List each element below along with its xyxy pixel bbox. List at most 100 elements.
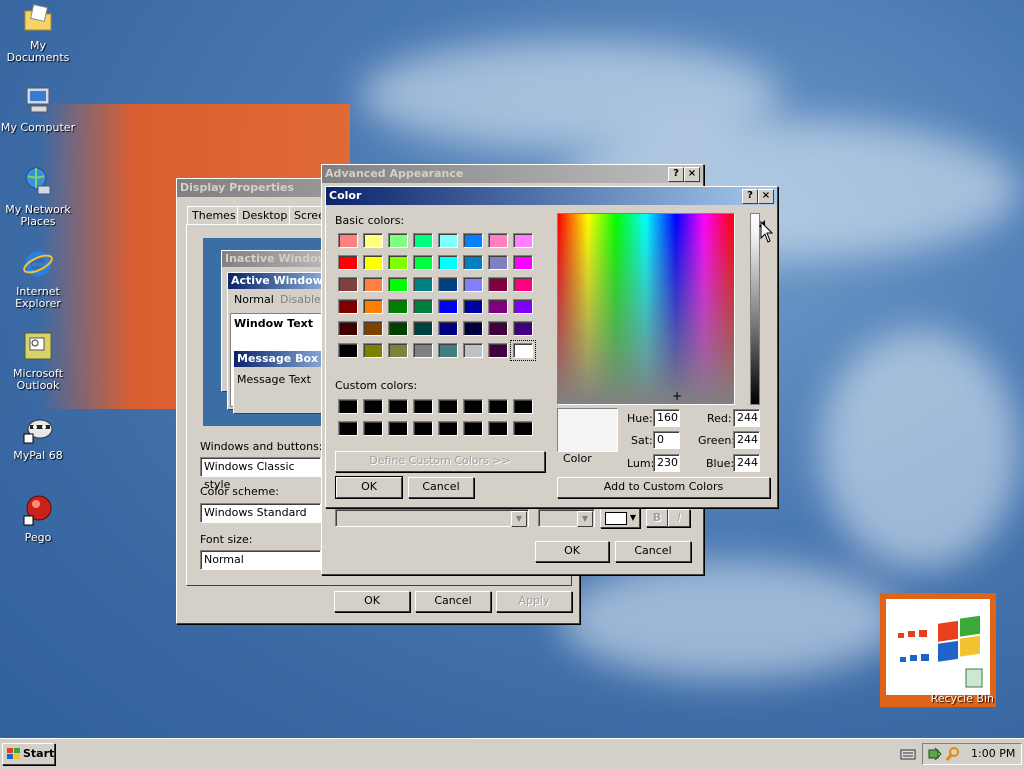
basic-color-swatch[interactable]	[363, 299, 383, 314]
desktop-icon-outlook[interactable]: Microsoft Outlook	[0, 330, 76, 392]
color-dialog-titlebar[interactable]: Color ? ×	[326, 187, 777, 205]
green-input[interactable]: 244	[733, 431, 760, 449]
basic-color-swatch[interactable]	[513, 277, 533, 292]
basic-color-swatch[interactable]	[413, 233, 433, 248]
custom-color-swatch[interactable]	[413, 421, 433, 436]
tab-desktop[interactable]: Desktop	[237, 206, 293, 225]
basic-color-swatch[interactable]	[338, 321, 358, 336]
custom-color-swatch[interactable]	[388, 399, 408, 414]
custom-color-swatch[interactable]	[338, 399, 358, 414]
desktop-icon-my-computer[interactable]: My Computer	[0, 84, 76, 134]
clock[interactable]: 1:00 PM	[971, 747, 1015, 760]
define-custom-colors-button[interactable]: Define Custom Colors >>	[335, 451, 545, 472]
custom-color-swatch[interactable]	[513, 399, 533, 414]
basic-color-swatch[interactable]	[488, 299, 508, 314]
desktop-icon-my-documents[interactable]: My Documents	[0, 2, 76, 64]
basic-color-swatch[interactable]	[363, 255, 383, 270]
help-button[interactable]: ?	[668, 167, 684, 182]
basic-color-swatch[interactable]	[463, 321, 483, 336]
display-ok-button[interactable]: OK	[334, 591, 410, 612]
tab-themes[interactable]: Themes	[187, 206, 241, 225]
blue-input[interactable]: 244	[733, 454, 760, 472]
luminosity-arrow-icon[interactable]	[759, 218, 773, 244]
basic-color-swatch[interactable]	[463, 277, 483, 292]
desktop-icon-mypal[interactable]: MyPal 68	[0, 412, 76, 462]
desktop-icon-internet-explorer[interactable]: Internet Explorer	[0, 248, 76, 310]
basic-color-swatch[interactable]	[413, 277, 433, 292]
custom-color-swatch[interactable]	[488, 421, 508, 436]
custom-color-swatch[interactable]	[488, 399, 508, 414]
basic-color-swatch[interactable]	[363, 277, 383, 292]
basic-color-swatch[interactable]	[488, 255, 508, 270]
desktop-icon-pego[interactable]: Pego	[0, 494, 76, 544]
basic-color-swatch[interactable]	[338, 255, 358, 270]
color-cancel-button[interactable]: Cancel	[408, 477, 474, 498]
basic-color-swatch[interactable]	[388, 299, 408, 314]
hue-input[interactable]: 160	[653, 409, 680, 427]
basic-color-swatch[interactable]	[513, 255, 533, 270]
basic-color-swatch[interactable]	[513, 233, 533, 248]
network-tray-icon[interactable]	[927, 746, 943, 762]
basic-color-swatch[interactable]	[438, 343, 458, 358]
advanced-appearance-titlebar[interactable]: Advanced Appearance ? ×	[322, 165, 703, 183]
basic-color-swatch[interactable]	[363, 343, 383, 358]
basic-color-swatch[interactable]	[338, 299, 358, 314]
display-apply-button[interactable]: Apply	[496, 591, 572, 612]
basic-color-swatch[interactable]	[488, 343, 508, 358]
advanced-ok-button[interactable]: OK	[535, 541, 609, 562]
basic-color-swatch[interactable]	[338, 233, 358, 248]
lum-input[interactable]: 230	[653, 454, 680, 472]
start-button[interactable]: Start	[2, 743, 55, 765]
basic-color-swatch[interactable]	[413, 255, 433, 270]
item-size-select[interactable]: ▼	[335, 509, 529, 527]
basic-color-swatch[interactable]	[413, 321, 433, 336]
color-ok-button[interactable]: OK	[335, 476, 403, 499]
custom-color-swatch[interactable]	[463, 399, 483, 414]
display-cancel-button[interactable]: Cancel	[415, 591, 491, 612]
custom-color-swatch[interactable]	[413, 399, 433, 414]
basic-color-swatch[interactable]	[463, 255, 483, 270]
basic-color-swatch[interactable]	[513, 321, 533, 336]
sat-input[interactable]: 0	[653, 431, 680, 449]
basic-color-swatch[interactable]	[488, 233, 508, 248]
basic-color-swatch[interactable]	[338, 277, 358, 292]
red-input[interactable]: 244	[733, 409, 760, 427]
font-size-select[interactable]: Normal	[200, 550, 321, 570]
color-scheme-select[interactable]: Windows Standard	[200, 503, 321, 523]
font-size-select-advanced[interactable]: ▼	[538, 509, 595, 527]
basic-color-swatch[interactable]	[413, 299, 433, 314]
basic-color-swatch[interactable]	[388, 277, 408, 292]
basic-color-swatch[interactable]	[438, 233, 458, 248]
custom-color-swatch[interactable]	[463, 421, 483, 436]
custom-color-swatch[interactable]	[363, 421, 383, 436]
custom-color-swatch[interactable]	[363, 399, 383, 414]
basic-color-swatch[interactable]	[388, 255, 408, 270]
search-tray-icon[interactable]	[945, 746, 961, 762]
help-button[interactable]: ?	[742, 189, 758, 204]
windows-buttons-select[interactable]: Windows Classic style	[200, 457, 321, 491]
basic-color-swatch[interactable]	[438, 277, 458, 292]
custom-color-swatch[interactable]	[438, 421, 458, 436]
bold-button[interactable]: B	[646, 509, 668, 527]
custom-color-swatch[interactable]	[338, 421, 358, 436]
basic-color-swatch[interactable]	[488, 277, 508, 292]
basic-color-swatch[interactable]	[363, 321, 383, 336]
basic-color-swatch[interactable]	[438, 299, 458, 314]
color-spectrum[interactable]: +	[557, 213, 735, 405]
basic-color-swatch[interactable]	[388, 343, 408, 358]
basic-color-swatch[interactable]	[488, 321, 508, 336]
advanced-cancel-button[interactable]: Cancel	[615, 541, 691, 562]
basic-color-swatch[interactable]	[363, 233, 383, 248]
keyboard-icon[interactable]	[900, 747, 916, 761]
custom-color-swatch[interactable]	[438, 399, 458, 414]
basic-color-swatch[interactable]	[438, 321, 458, 336]
italic-button[interactable]: I	[668, 509, 690, 527]
basic-color-swatch[interactable]	[413, 343, 433, 358]
basic-color-swatch[interactable]	[463, 299, 483, 314]
basic-color-swatch[interactable]	[338, 343, 358, 358]
basic-color-swatch[interactable]	[513, 299, 533, 314]
basic-color-swatch[interactable]	[463, 343, 483, 358]
color-picker-button[interactable]: ▼	[600, 508, 640, 528]
custom-color-swatch[interactable]	[388, 421, 408, 436]
close-button[interactable]: ×	[684, 167, 700, 182]
